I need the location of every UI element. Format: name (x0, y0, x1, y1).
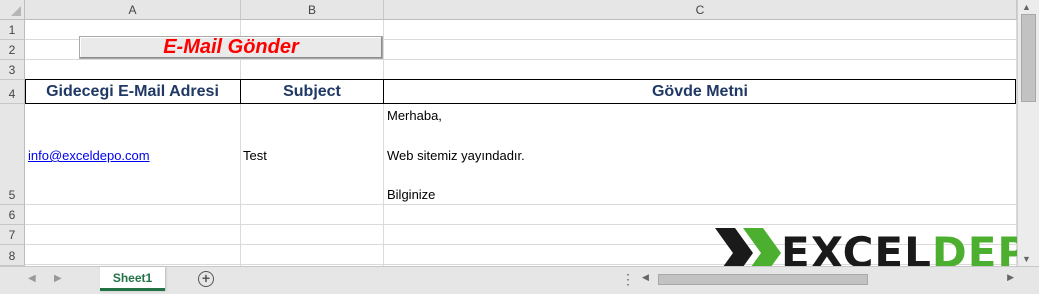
horizontal-scrollbar[interactable]: ◀ ▶ (638, 270, 1018, 288)
row-header-7[interactable]: 7 (0, 225, 25, 245)
column-header-a[interactable]: A (25, 0, 241, 20)
body-text-line[interactable]: Bilginize (387, 187, 435, 202)
row-header-5[interactable]: 5 (0, 104, 25, 205)
row-header-3[interactable]: 3 (0, 60, 25, 80)
vertical-scrollbar[interactable]: ▲ ▼ (1017, 0, 1039, 266)
column-header-c[interactable]: C (384, 0, 1017, 20)
next-sheet-icon[interactable]: ▶ (54, 273, 62, 284)
spreadsheet-grid: A B C 1 2 3 4 5 6 7 8 E-Mail Gönder Gide… (0, 0, 1039, 294)
row-header-1[interactable]: 1 (0, 20, 25, 40)
header-body-text[interactable]: Gövde Metni (384, 80, 1016, 104)
horizontal-scroll-thumb[interactable] (658, 274, 868, 285)
row-header-6[interactable]: 6 (0, 205, 25, 225)
scroll-up-icon[interactable]: ▲ (1022, 2, 1031, 12)
more-options-icon[interactable]: ⋮ (621, 271, 635, 288)
subject-cell[interactable]: Test (243, 148, 267, 163)
scroll-left-icon[interactable]: ◀ (642, 272, 649, 283)
header-recipient-email[interactable]: Gidecegi E-Mail Adresi (25, 80, 240, 104)
gridline (25, 204, 1016, 205)
scroll-down-icon[interactable]: ▼ (1022, 254, 1031, 264)
send-email-button[interactable]: E-Mail Gönder (79, 36, 383, 59)
email-address-cell[interactable]: info@exceldepo.com (28, 148, 150, 163)
body-text-line[interactable]: Web sitemiz yayındadır. (387, 148, 525, 163)
sheet-tab-sheet1[interactable]: Sheet1 (100, 267, 165, 291)
column-header-b[interactable]: B (241, 0, 384, 20)
scroll-right-icon[interactable]: ▶ (1007, 272, 1014, 283)
vertical-scroll-thumb[interactable] (1021, 14, 1036, 102)
gridline (25, 59, 1016, 60)
gridline (383, 20, 384, 266)
header-subject[interactable]: Subject (241, 80, 383, 104)
row-header-2[interactable]: 2 (0, 40, 25, 60)
body-text-line[interactable]: Merhaba, (387, 108, 442, 123)
send-email-button-label: E-Mail Gönder (163, 36, 299, 58)
prev-sheet-icon[interactable]: ◀ (28, 273, 36, 284)
sheet-tab-bar: ◀ ▶ Sheet1 + ⋮ ◀ ▶ (0, 266, 1039, 294)
add-sheet-icon[interactable]: + (198, 271, 214, 287)
row-header-8[interactable]: 8 (0, 245, 25, 266)
select-all-corner[interactable] (0, 0, 25, 20)
row-header-4[interactable]: 4 (0, 80, 25, 104)
